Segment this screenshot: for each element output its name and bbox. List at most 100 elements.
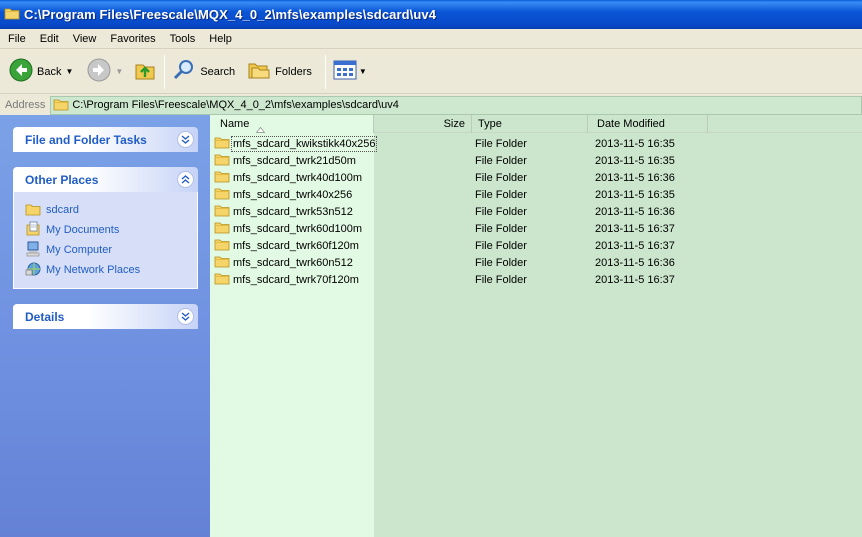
folder-icon <box>214 254 230 271</box>
file-folder-tasks-panel: File and Folder Tasks <box>13 127 198 152</box>
folder-icon <box>214 220 230 237</box>
column-type-header[interactable]: Type <box>472 115 588 133</box>
place-my-computer[interactable]: My Computer <box>25 240 197 260</box>
folders-button[interactable]: Folders <box>244 55 315 89</box>
my-computer-icon <box>25 241 41 260</box>
toolbar-separator <box>324 54 326 89</box>
chevron-down-icon[interactable] <box>177 308 194 325</box>
file-type: File Folder <box>475 205 527 218</box>
file-type: File Folder <box>475 256 527 269</box>
other-places-list: sdcard My Documents My Computer My Netwo… <box>13 192 198 289</box>
file-date: 2013-11-5 16:36 <box>595 171 675 184</box>
file-name: mfs_sdcard_twrk21d50m <box>233 154 356 167</box>
menu-help[interactable]: Help <box>202 29 239 49</box>
search-label: Search <box>200 65 236 78</box>
chevron-up-icon[interactable] <box>177 171 194 188</box>
address-field[interactable]: C:\Program Files\Freescale\MQX_4_0_2\mfs… <box>50 95 862 115</box>
menu-view[interactable]: View <box>66 29 104 49</box>
table-row[interactable]: mfs_sdcard_twrk40d100m File Folder 2013-… <box>210 169 862 186</box>
file-type: File Folder <box>475 273 527 286</box>
menu-file[interactable]: File <box>0 29 33 49</box>
table-row[interactable]: mfs_sdcard_twrk53n512 File Folder 2013-1… <box>210 203 862 220</box>
back-dropdown-icon[interactable]: ▼ <box>65 67 73 76</box>
chevron-down-icon[interactable] <box>177 131 194 148</box>
file-name-cell: mfs_sdcard_twrk40x256 <box>210 186 374 203</box>
file-date: 2013-11-5 16:35 <box>595 154 675 167</box>
file-date: 2013-11-5 16:35 <box>595 137 675 150</box>
place-my-network-places[interactable]: My Network Places <box>25 260 197 280</box>
place-label: My Computer <box>46 244 113 256</box>
column-size-header[interactable]: Size <box>374 115 472 133</box>
folder-icon <box>53 97 69 114</box>
file-name-cell: mfs_sdcard_twrk21d50m <box>210 152 374 169</box>
file-name-cell: mfs_sdcard_kwikstikk40x256 <box>210 135 378 152</box>
file-folder-tasks-header[interactable]: File and Folder Tasks <box>13 127 198 152</box>
other-places-panel: Other Places sdcard My Documents My Comp… <box>13 167 198 289</box>
folder-icon <box>214 203 230 220</box>
table-row[interactable]: mfs_sdcard_twrk60n512 File Folder 2013-1… <box>210 254 862 271</box>
views-dropdown-icon[interactable]: ▼ <box>359 67 367 76</box>
place-label: My Documents <box>46 224 120 236</box>
file-type: File Folder <box>475 171 527 184</box>
table-row[interactable]: mfs_sdcard_twrk21d50m File Folder 2013-1… <box>210 152 862 169</box>
my-documents-icon <box>25 221 41 240</box>
folder-icon <box>4 6 20 23</box>
file-date: 2013-11-5 16:36 <box>595 256 675 269</box>
table-row[interactable]: mfs_sdcard_twrk70f120m File Folder 2013-… <box>210 271 862 288</box>
file-name: mfs_sdcard_twrk70f120m <box>233 273 359 286</box>
views-button[interactable]: ▼ <box>330 55 370 89</box>
folders-icon <box>247 58 271 85</box>
file-name: mfs_sdcard_kwikstikk40x256 <box>230 135 378 152</box>
other-places-title: Other Places <box>25 172 99 187</box>
up-folder-button[interactable] <box>130 55 160 89</box>
forward-dropdown-icon[interactable]: ▼ <box>115 67 123 76</box>
up-folder-icon <box>133 58 157 85</box>
search-button[interactable]: Search <box>169 55 238 89</box>
place-sdcard[interactable]: sdcard <box>25 200 197 220</box>
file-name: mfs_sdcard_twrk60d100m <box>233 222 363 235</box>
file-name-cell: mfs_sdcard_twrk60d100m <box>210 220 374 237</box>
toolbar-separator <box>164 54 166 89</box>
file-name-cell: mfs_sdcard_twrk53n512 <box>210 203 374 220</box>
folder-icon <box>25 202 41 219</box>
folder-icon <box>214 152 230 169</box>
file-type: File Folder <box>475 154 527 167</box>
search-icon <box>172 58 196 85</box>
address-bar: Address C:\Program Files\Freescale\MQX_4… <box>0 95 862 115</box>
network-places-icon <box>25 261 41 280</box>
task-pane: File and Folder Tasks Other Places sdcar… <box>0 115 210 537</box>
menu-tools[interactable]: Tools <box>163 29 203 49</box>
folder-icon <box>214 237 230 254</box>
title-bar[interactable]: C:\Program Files\Freescale\MQX_4_0_2\mfs… <box>0 0 862 29</box>
file-date: 2013-11-5 16:37 <box>595 273 675 286</box>
place-label: sdcard <box>46 204 80 216</box>
toolbar: Back ▼ ▼ Search Folders ▼ <box>0 50 862 94</box>
file-type: File Folder <box>475 137 527 150</box>
details-header[interactable]: Details <box>13 304 198 329</box>
table-row[interactable]: mfs_sdcard_twrk60f120m File Folder 2013-… <box>210 237 862 254</box>
file-name: mfs_sdcard_twrk40d100m <box>233 171 363 184</box>
table-row[interactable]: mfs_sdcard_twrk60d100m File Folder 2013-… <box>210 220 862 237</box>
back-button[interactable]: Back ▼ <box>6 55 76 89</box>
file-name: mfs_sdcard_twrk40x256 <box>233 188 353 201</box>
column-name-label: Name <box>220 118 250 130</box>
column-date-header[interactable]: Date Modified <box>588 115 708 133</box>
table-row[interactable]: mfs_sdcard_kwikstikk40x256 File Folder 2… <box>210 135 862 152</box>
table-row[interactable]: mfs_sdcard_twrk40x256 File Folder 2013-1… <box>210 186 862 203</box>
menu-favorites[interactable]: Favorites <box>103 29 162 49</box>
file-date: 2013-11-5 16:36 <box>595 205 675 218</box>
column-name-header[interactable]: Name <box>210 115 374 133</box>
back-arrow-icon <box>9 58 33 85</box>
forward-button[interactable]: ▼ <box>84 55 126 89</box>
menu-edit[interactable]: Edit <box>33 29 66 49</box>
address-label: Address <box>5 99 46 111</box>
other-places-header[interactable]: Other Places <box>13 167 198 192</box>
folder-icon <box>214 135 230 152</box>
back-label: Back <box>37 65 62 78</box>
place-my-documents[interactable]: My Documents <box>25 220 197 240</box>
address-value: C:\Program Files\Freescale\MQX_4_0_2\mfs… <box>72 99 399 111</box>
file-name-cell: mfs_sdcard_twrk60f120m <box>210 237 374 254</box>
file-rows: mfs_sdcard_kwikstikk40x256 File Folder 2… <box>210 135 862 288</box>
file-list[interactable]: Name Size Type Date Modified mfs_sdcard_… <box>210 115 862 537</box>
column-header: Name Size Type Date Modified <box>210 115 862 133</box>
